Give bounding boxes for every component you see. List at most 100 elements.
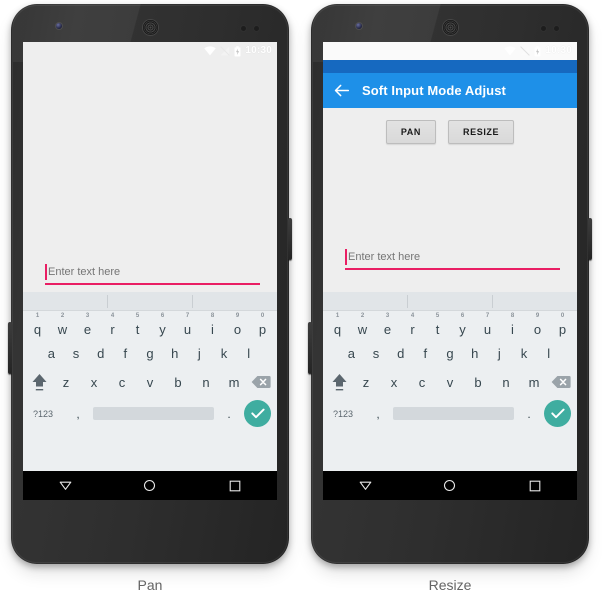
power-button[interactable] [588, 218, 592, 260]
key-j[interactable]: j [187, 347, 212, 360]
power-button[interactable] [288, 218, 292, 260]
key-x[interactable]: x [380, 376, 408, 389]
key-y[interactable]: 6y [150, 313, 175, 336]
keyboard-row-2[interactable]: a s d f g h j k l [323, 339, 577, 367]
back-arrow-icon[interactable] [333, 82, 350, 99]
pan-button[interactable]: PAN [385, 120, 437, 144]
shift-key[interactable] [26, 373, 52, 392]
symbols-key[interactable]: ?123 [329, 409, 367, 419]
volume-button[interactable] [308, 322, 312, 374]
key-f[interactable]: f [413, 347, 438, 360]
key-v[interactable]: v [436, 376, 464, 389]
keyboard-suggestion-strip[interactable] [23, 292, 277, 311]
period-key[interactable]: . [218, 407, 240, 421]
home-nav-button[interactable] [142, 478, 158, 494]
key-c[interactable]: c [108, 376, 136, 389]
soft-keyboard[interactable]: 1q 2w 3e 4r 5t 6y 7u 8i 9o 0p a s d f g [323, 292, 577, 471]
key-h[interactable]: h [462, 347, 487, 360]
key-e[interactable]: 3e [375, 313, 400, 336]
key-h[interactable]: h [162, 347, 187, 360]
key-l[interactable]: l [536, 347, 561, 360]
key-m[interactable]: m [220, 376, 248, 389]
shift-key[interactable] [326, 373, 352, 392]
key-b[interactable]: b [164, 376, 192, 389]
key-z[interactable]: z [52, 376, 80, 389]
key-p[interactable]: 0p [550, 313, 575, 336]
android-nav-bar[interactable] [323, 471, 577, 500]
keyboard-row-3[interactable]: z x c v b n m [23, 367, 277, 397]
phone-screen-resize: 10:30 Soft Input Mode Adjust PAN RESIZE … [323, 42, 577, 500]
key-i[interactable]: 8i [500, 313, 525, 336]
keyboard-row-1[interactable]: 1q 2w 3e 4r 5t 6y 7u 8i 9o 0p [23, 311, 277, 339]
keyboard-suggestion-strip[interactable] [323, 292, 577, 311]
key-b[interactable]: b [464, 376, 492, 389]
key-m[interactable]: m [520, 376, 548, 389]
key-n[interactable]: n [492, 376, 520, 389]
key-c[interactable]: c [408, 376, 436, 389]
resize-button[interactable]: RESIZE [448, 120, 515, 144]
key-w[interactable]: 2w [50, 313, 75, 336]
back-nav-button[interactable] [57, 478, 73, 494]
space-key[interactable] [393, 407, 514, 420]
backspace-key[interactable] [548, 375, 574, 389]
keyboard-row-2[interactable]: a s d f g h j k l [23, 339, 277, 367]
symbols-key[interactable]: ?123 [29, 409, 67, 419]
android-nav-bar[interactable] [23, 471, 277, 500]
key-w[interactable]: 2w [350, 313, 375, 336]
key-p[interactable]: 0p [250, 313, 275, 336]
soft-keyboard[interactable]: 1q 2w 3e 4r 5t 6y 7u 8i 9o 0p a s d f g [23, 292, 277, 471]
volume-button[interactable] [8, 322, 12, 374]
key-s[interactable]: s [364, 347, 389, 360]
key-o[interactable]: 9o [525, 313, 550, 336]
period-key[interactable]: . [518, 407, 540, 421]
key-r[interactable]: 4r [100, 313, 125, 336]
key-k[interactable]: k [512, 347, 537, 360]
edit-text-field[interactable]: Enter text here [45, 264, 260, 285]
enter-key[interactable] [244, 400, 271, 427]
key-g[interactable]: g [138, 347, 163, 360]
key-s[interactable]: s [64, 347, 89, 360]
key-u[interactable]: 7u [475, 313, 500, 336]
key-u[interactable]: 7u [175, 313, 200, 336]
backspace-key[interactable] [248, 375, 274, 389]
key-y[interactable]: 6y [450, 313, 475, 336]
recents-nav-button[interactable] [527, 478, 543, 494]
key-x[interactable]: x [80, 376, 108, 389]
keyboard-row-1[interactable]: 1q 2w 3e 4r 5t 6y 7u 8i 9o 0p [323, 311, 577, 339]
key-n[interactable]: n [192, 376, 220, 389]
key-e[interactable]: 3e [75, 313, 100, 336]
comma-key[interactable]: , [367, 407, 389, 421]
key-z[interactable]: z [352, 376, 380, 389]
key-t[interactable]: 5t [125, 313, 150, 336]
proximity-sensor-icon [541, 26, 546, 31]
key-i[interactable]: 8i [200, 313, 225, 336]
comma-key[interactable]: , [67, 407, 89, 421]
key-d[interactable]: d [88, 347, 113, 360]
key-l[interactable]: l [236, 347, 261, 360]
keyboard-row-4[interactable]: ?123 , . [23, 397, 277, 430]
key-k[interactable]: k [212, 347, 237, 360]
keyboard-row-4[interactable]: ?123 , . [323, 397, 577, 430]
enter-key[interactable] [544, 400, 571, 427]
key-g[interactable]: g [438, 347, 463, 360]
key-v[interactable]: v [136, 376, 164, 389]
key-a[interactable]: a [339, 347, 364, 360]
key-label: q [333, 322, 342, 337]
space-key[interactable] [93, 407, 214, 420]
keyboard-row-3[interactable]: z x c v b n m [323, 367, 577, 397]
key-o[interactable]: 9o [225, 313, 250, 336]
key-d[interactable]: d [388, 347, 413, 360]
key-q[interactable]: 1q [325, 313, 350, 337]
home-nav-button[interactable] [442, 478, 458, 494]
figure-stage: 10:30 Enter text here 1q 2w 3e 4r 5 t 6 … [0, 0, 602, 600]
edit-text-field[interactable]: Enter text here [345, 249, 560, 270]
key-a[interactable]: a [39, 347, 64, 360]
key-r[interactable]: 4r [400, 313, 425, 336]
key-j[interactable]: j [487, 347, 512, 360]
recents-nav-button[interactable] [227, 478, 243, 494]
key-t[interactable]: 5t [425, 313, 450, 336]
key-q[interactable]: 1q [25, 313, 50, 336]
caption-resize: Resize [428, 577, 472, 593]
back-nav-button[interactable] [357, 478, 373, 494]
key-f[interactable]: f [113, 347, 138, 360]
